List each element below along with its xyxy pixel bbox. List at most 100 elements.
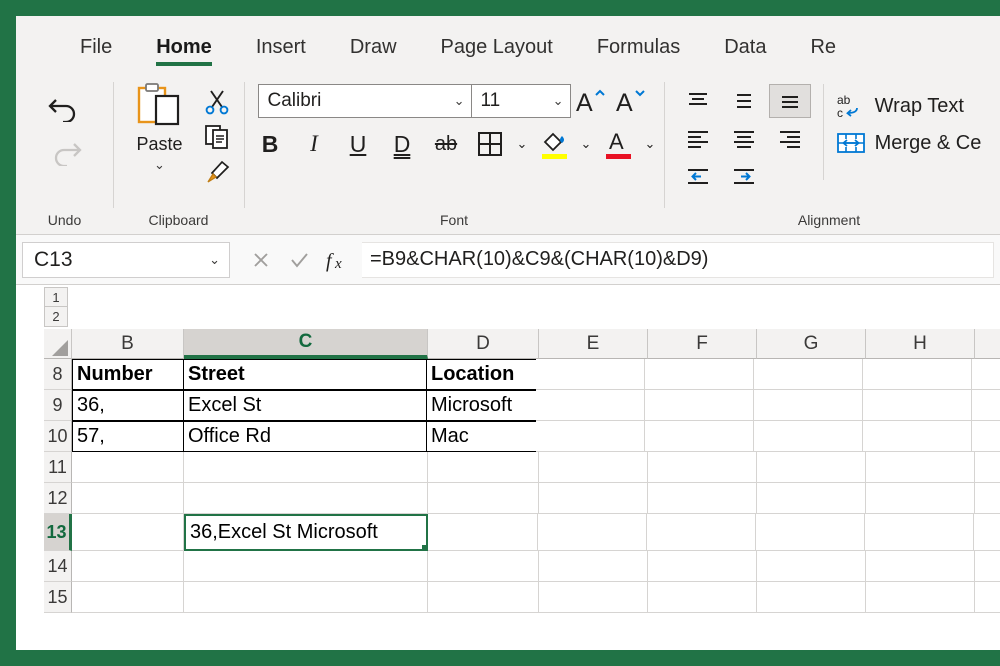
align-top-button[interactable] — [677, 84, 719, 118]
bold-button[interactable]: B — [248, 124, 292, 164]
select-all-corner[interactable] — [44, 329, 72, 359]
cell-E11[interactable] — [539, 452, 648, 483]
cell-H13[interactable] — [865, 514, 974, 551]
cell-B11[interactable] — [72, 452, 184, 483]
cell-D12[interactable] — [428, 483, 539, 514]
ribbon-tab-draw[interactable]: Draw — [328, 36, 419, 72]
increase-indent-button[interactable] — [723, 160, 765, 194]
row-header-14[interactable]: 14 — [44, 551, 72, 582]
cell-D8[interactable]: Location — [426, 359, 537, 390]
ribbon-tab-re[interactable]: Re — [788, 36, 858, 72]
cell-F12[interactable] — [648, 483, 757, 514]
format-painter-button[interactable] — [200, 156, 234, 188]
ribbon-tab-data[interactable]: Data — [702, 36, 788, 72]
fill-color-dropdown-chevron-icon[interactable]: ⌄ — [576, 124, 596, 164]
cell-D13[interactable] — [427, 514, 538, 551]
cell-B14[interactable] — [72, 551, 184, 582]
cell-E12[interactable] — [539, 483, 648, 514]
cell-D9[interactable]: Microsoft — [426, 390, 537, 421]
column-header-B[interactable]: B — [72, 329, 184, 359]
cell-F15[interactable] — [648, 582, 757, 613]
cell-B13[interactable] — [72, 514, 184, 551]
row-header-10[interactable]: 10 — [44, 421, 72, 452]
cell-B9[interactable]: 36, — [72, 390, 184, 421]
row-header-13[interactable]: 13 — [44, 514, 72, 551]
cell-x14[interactable] — [975, 551, 1000, 582]
cell-B15[interactable] — [72, 582, 184, 613]
fill-color-button[interactable] — [532, 124, 576, 164]
cell-H9[interactable] — [863, 390, 972, 421]
cell-C8[interactable]: Street — [183, 359, 427, 390]
cell-B12[interactable] — [72, 483, 184, 514]
column-header-E[interactable]: E — [539, 329, 648, 359]
cell-G11[interactable] — [757, 452, 866, 483]
cell-G8[interactable] — [754, 359, 863, 390]
cut-button[interactable] — [200, 86, 234, 118]
wrap-text-button[interactable]: ab c Wrap Text — [836, 92, 982, 120]
align-right-button[interactable] — [769, 122, 811, 156]
row-header-8[interactable]: 8 — [44, 359, 72, 390]
paste-chevron-icon[interactable]: ⌄ — [154, 159, 165, 171]
name-box[interactable]: C13 ⌄ — [22, 242, 230, 278]
row-header-15[interactable]: 15 — [44, 582, 72, 613]
underline-button[interactable]: U — [336, 124, 380, 164]
strikethrough-button[interactable]: ab — [424, 124, 468, 164]
cell-C11[interactable] — [184, 452, 428, 483]
cell-H12[interactable] — [866, 483, 975, 514]
cell-H11[interactable] — [866, 452, 975, 483]
outline-level-button-2[interactable]: 2 — [44, 307, 68, 327]
increase-font-size-button[interactable]: A — [571, 84, 611, 118]
cell-G10[interactable] — [754, 421, 863, 452]
cell-C15[interactable] — [184, 582, 428, 613]
italic-button[interactable]: I — [292, 124, 336, 164]
borders-dropdown-chevron-icon[interactable]: ⌄ — [512, 124, 532, 164]
decrease-indent-button[interactable] — [677, 160, 719, 194]
cell-x9[interactable] — [972, 390, 1000, 421]
cell-G12[interactable] — [757, 483, 866, 514]
align-middle-button[interactable] — [723, 84, 765, 118]
copy-button[interactable] — [200, 121, 234, 153]
cell-F9[interactable] — [645, 390, 754, 421]
redo-button[interactable] — [42, 128, 88, 170]
column-header-H[interactable]: H — [866, 329, 975, 359]
cell-C12[interactable] — [184, 483, 428, 514]
cell-D14[interactable] — [428, 551, 539, 582]
outline-level-button-1[interactable]: 1 — [44, 287, 68, 307]
paste-button[interactable]: Paste ⌄ — [124, 82, 196, 171]
cell-D11[interactable] — [428, 452, 539, 483]
cell-G14[interactable] — [757, 551, 866, 582]
cell-E8[interactable] — [536, 359, 645, 390]
ribbon-tab-file[interactable]: File — [58, 36, 134, 72]
ribbon-tab-home[interactable]: Home — [134, 36, 234, 72]
font-family-select[interactable]: Calibri ⌄ — [258, 84, 472, 118]
cell-x8[interactable] — [972, 359, 1000, 390]
column-header-partial[interactable] — [975, 329, 1000, 359]
undo-button[interactable] — [42, 84, 88, 126]
cell-G9[interactable] — [754, 390, 863, 421]
align-center-button[interactable] — [723, 122, 765, 156]
double-underline-button[interactable]: D — [380, 124, 424, 164]
cell-F13[interactable] — [647, 514, 756, 551]
font-color-button[interactable]: A — [596, 124, 640, 164]
cell-D10[interactable]: Mac — [426, 421, 537, 452]
cell-G13[interactable] — [756, 514, 865, 551]
cell-E15[interactable] — [539, 582, 648, 613]
ribbon-tab-insert[interactable]: Insert — [234, 36, 328, 72]
cell-E9[interactable] — [536, 390, 645, 421]
formula-input[interactable]: =B9&CHAR(10)&C9&(CHAR(10)&D9) — [362, 242, 994, 278]
insert-function-button[interactable]: f x — [318, 242, 356, 278]
cell-C10[interactable]: Office Rd — [183, 421, 427, 452]
ribbon-tab-page-layout[interactable]: Page Layout — [419, 36, 575, 72]
align-left-button[interactable] — [677, 122, 719, 156]
font-size-select[interactable]: 11 ⌄ — [472, 84, 571, 118]
cell-H15[interactable] — [866, 582, 975, 613]
cell-D15[interactable] — [428, 582, 539, 613]
cell-H8[interactable] — [863, 359, 972, 390]
cell-F14[interactable] — [648, 551, 757, 582]
cell-E13[interactable] — [538, 514, 647, 551]
cell-x11[interactable] — [975, 452, 1000, 483]
cell-G15[interactable] — [757, 582, 866, 613]
cell-F10[interactable] — [645, 421, 754, 452]
cell-E10[interactable] — [536, 421, 645, 452]
row-header-11[interactable]: 11 — [44, 452, 72, 483]
